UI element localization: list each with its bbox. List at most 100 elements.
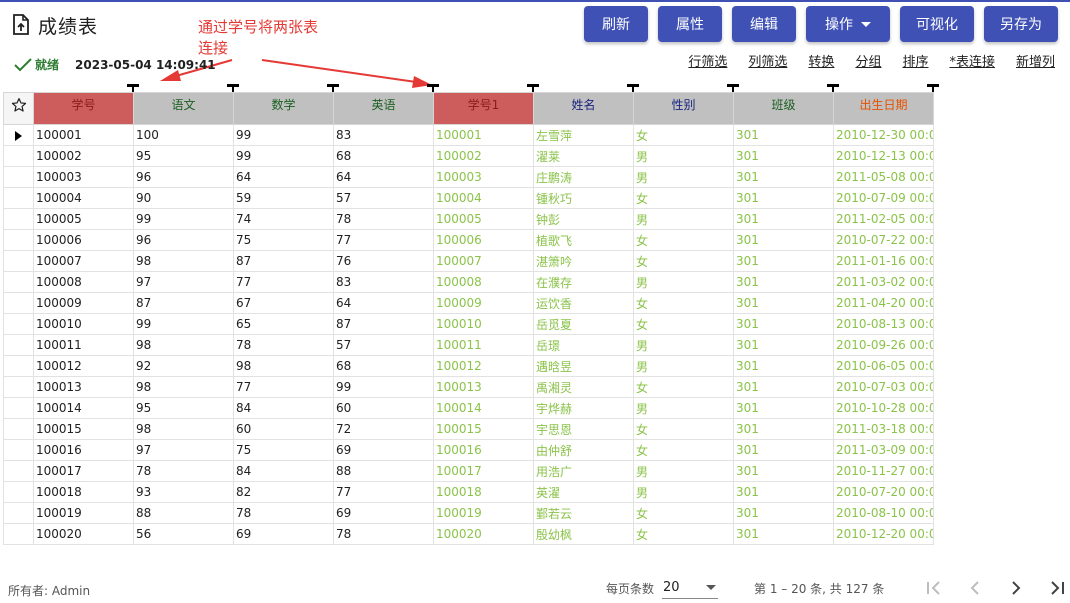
table-cell[interactable]: 301 xyxy=(733,418,834,440)
table-cell[interactable]: 87 xyxy=(133,292,234,314)
row-header-cell[interactable] xyxy=(3,271,34,293)
table-cell[interactable]: 100004 xyxy=(433,187,534,209)
previous-page-icon[interactable] xyxy=(963,576,987,600)
table-cell[interactable]: 男 xyxy=(633,397,734,419)
table-cell[interactable]: 女 xyxy=(633,418,734,440)
table-cell[interactable]: 301 xyxy=(733,145,834,167)
table-cell[interactable]: 65 xyxy=(233,313,334,335)
table-cell[interactable]: 男 xyxy=(633,334,734,356)
table-cell[interactable]: 100007 xyxy=(433,250,534,272)
row-filter-link[interactable]: 行筛选 xyxy=(688,51,727,70)
table-cell[interactable]: 2011-03-09 00:00: xyxy=(833,439,934,461)
table-cell[interactable]: 100003 xyxy=(433,166,534,188)
table-cell[interactable]: 301 xyxy=(733,271,834,293)
table-cell[interactable]: 78 xyxy=(133,460,234,482)
row-header-cell[interactable] xyxy=(3,124,34,146)
table-cell[interactable]: 2010-10-28 00:00: xyxy=(833,397,934,419)
table-cell[interactable]: 82 xyxy=(233,481,334,503)
table-cell[interactable]: 在濮存 xyxy=(533,271,634,293)
table-cell[interactable]: 2010-07-09 00:00: xyxy=(833,187,934,209)
column-header-9[interactable]: 出生日期 xyxy=(833,92,934,125)
table-row[interactable]: 100010996587100010岳觅夏女3012010-08-13 00:0… xyxy=(3,313,934,335)
table-cell[interactable]: 男 xyxy=(633,481,734,503)
table-cell[interactable]: 98 xyxy=(133,334,234,356)
table-cell[interactable]: 100008 xyxy=(433,271,534,293)
table-row[interactable]: 100004905957100004锺秋巧女3012010-07-09 00:0… xyxy=(3,187,934,209)
table-cell[interactable]: 301 xyxy=(733,460,834,482)
table-cell[interactable]: 96 xyxy=(133,229,234,251)
table-cell[interactable]: 100006 xyxy=(433,229,534,251)
row-header-cell[interactable] xyxy=(3,145,34,167)
column-header-3[interactable]: 数学 xyxy=(233,92,334,125)
table-cell[interactable]: 100014 xyxy=(433,397,534,419)
row-header-cell[interactable] xyxy=(3,292,34,314)
table-cell[interactable]: 83 xyxy=(333,124,434,146)
table-cell[interactable]: 77 xyxy=(333,481,434,503)
table-cell[interactable]: 301 xyxy=(733,397,834,419)
table-cell[interactable]: 98 xyxy=(133,418,234,440)
row-header-cell[interactable] xyxy=(3,418,34,440)
table-cell[interactable]: 2011-01-16 00:00: xyxy=(833,250,934,272)
table-cell[interactable]: 2010-12-30 00:00: xyxy=(833,124,934,146)
rows-per-page-select[interactable]: 20 xyxy=(662,577,719,599)
table-row[interactable]: 100012929868100012遇晗昱男3012010-06-05 00:0… xyxy=(3,355,934,377)
row-header-cell[interactable] xyxy=(3,166,34,188)
table-cell[interactable]: 301 xyxy=(733,481,834,503)
table-cell[interactable]: 98 xyxy=(133,376,234,398)
table-cell[interactable]: 100015 xyxy=(433,418,534,440)
row-header-cell[interactable] xyxy=(3,355,34,377)
column-header-8[interactable]: 班级 xyxy=(733,92,834,125)
table-cell[interactable]: 95 xyxy=(133,145,234,167)
table-cell[interactable]: 100016 xyxy=(33,439,134,461)
table-cell[interactable]: 100005 xyxy=(33,208,134,230)
next-page-icon[interactable] xyxy=(1004,576,1028,600)
table-cell[interactable]: 93 xyxy=(133,481,234,503)
table-row[interactable]: 100008977783100008在濮存男3012011-03-02 00:0… xyxy=(3,271,934,293)
table-cell[interactable]: 100019 xyxy=(33,502,134,524)
edit-button[interactable]: 编辑 xyxy=(732,6,796,42)
table-cell[interactable]: 100001 xyxy=(33,124,134,146)
table-cell[interactable]: 100019 xyxy=(433,502,534,524)
table-cell[interactable]: 濯莱 xyxy=(533,145,634,167)
table-cell[interactable]: 59 xyxy=(233,187,334,209)
table-cell[interactable]: 庄鹏涛 xyxy=(533,166,634,188)
table-cell[interactable]: 2010-11-27 00:00: xyxy=(833,460,934,482)
table-cell[interactable]: 女 xyxy=(633,502,734,524)
table-row[interactable]: 100013987799100013禹湘灵女3012010-07-03 00:0… xyxy=(3,376,934,398)
table-cell[interactable]: 100005 xyxy=(433,208,534,230)
table-cell[interactable]: 2010-12-13 00:00: xyxy=(833,145,934,167)
table-cell[interactable]: 78 xyxy=(333,208,434,230)
table-cell[interactable]: 女 xyxy=(633,439,734,461)
table-cell[interactable]: 英濯 xyxy=(533,481,634,503)
column-filter-link[interactable]: 列筛选 xyxy=(748,51,787,70)
table-cell[interactable]: 100009 xyxy=(33,292,134,314)
table-cell[interactable]: 女 xyxy=(633,292,734,314)
table-cell[interactable]: 301 xyxy=(733,124,834,146)
table-cell[interactable]: 2010-07-22 00:00: xyxy=(833,229,934,251)
column-header-4[interactable]: 英语 xyxy=(333,92,434,125)
table-cell[interactable]: 56 xyxy=(133,523,234,545)
table-row[interactable]: 100006967577100006植歌飞女3012010-07-22 00:0… xyxy=(3,229,934,251)
table-cell[interactable]: 98 xyxy=(233,355,334,377)
table-cell[interactable]: 72 xyxy=(333,418,434,440)
column-header-5[interactable]: 学号1 xyxy=(433,92,534,125)
table-cell[interactable]: 74 xyxy=(233,208,334,230)
table-cell[interactable]: 2011-03-02 00:00: xyxy=(833,271,934,293)
table-cell[interactable]: 2010-12-20 00:00: xyxy=(833,523,934,545)
table-cell[interactable]: 100006 xyxy=(33,229,134,251)
table-cell[interactable]: 100010 xyxy=(33,313,134,335)
table-join-link[interactable]: *表连接 xyxy=(949,51,995,70)
table-cell[interactable]: 301 xyxy=(733,313,834,335)
table-row[interactable]: 100014958460100014宇烨赫男3012010-10-28 00:0… xyxy=(3,397,934,419)
row-header-cell[interactable] xyxy=(3,502,34,524)
table-cell[interactable]: 88 xyxy=(133,502,234,524)
row-header-cell[interactable] xyxy=(3,376,34,398)
table-cell[interactable]: 2010-07-20 00:00: xyxy=(833,481,934,503)
transform-link[interactable]: 转换 xyxy=(808,51,834,70)
table-cell[interactable]: 宇烨赫 xyxy=(533,397,634,419)
table-cell[interactable]: 鄞若云 xyxy=(533,502,634,524)
table-cell[interactable]: 90 xyxy=(133,187,234,209)
table-cell[interactable]: 女 xyxy=(633,523,734,545)
table-cell[interactable]: 100013 xyxy=(433,376,534,398)
table-cell[interactable]: 2010-08-13 00:00: xyxy=(833,313,934,335)
